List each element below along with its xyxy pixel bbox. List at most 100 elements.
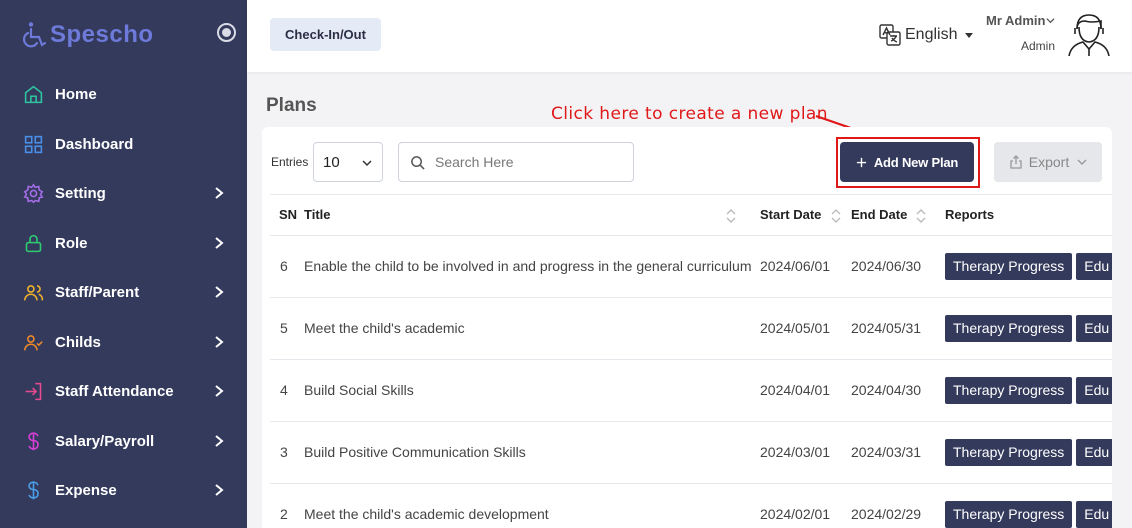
sort-icon[interactable]	[916, 208, 926, 224]
sidebar-item-label: Role	[55, 234, 88, 252]
sort-icon[interactable]	[831, 208, 841, 224]
plus-icon	[856, 157, 866, 167]
caret-down-icon	[965, 32, 974, 38]
therapy-progress-button[interactable]: Therapy Progress	[945, 500, 1073, 528]
cell-start-date: 2024/02/01	[752, 483, 843, 528]
add-new-plan-button[interactable]: Add New Plan	[840, 142, 974, 182]
translate-icon	[879, 24, 901, 46]
lock-icon	[22, 232, 44, 254]
sidebar-item-label: Dashboard	[55, 135, 134, 153]
sort-icon[interactable]	[726, 208, 736, 224]
sidebar-item-label: Salary/Payroll	[55, 432, 155, 450]
column-header-label: End Date	[851, 207, 908, 223]
user-menu[interactable]: Mr Admin	[986, 13, 1056, 28]
language-selector[interactable]: English	[879, 24, 974, 46]
cell-start-date: 2024/06/01	[752, 235, 843, 298]
education-report-button[interactable]: Edu	[1076, 500, 1112, 528]
cell-start-date: 2024/03/01	[752, 421, 843, 484]
add-new-plan-label: Add New Plan	[873, 154, 959, 170]
cell-sn: 4	[270, 359, 296, 422]
education-report-button[interactable]: Edu	[1076, 376, 1112, 404]
sidebar-item-salary-payroll[interactable]: Salary/Payroll	[0, 417, 247, 467]
sidebar: Spescho Home Dashboard Setting Role Staf…	[0, 0, 247, 528]
therapy-progress-button[interactable]: Therapy Progress	[945, 376, 1073, 404]
entries-select[interactable]: 10	[313, 142, 383, 182]
sidebar-item-label: Childs	[55, 333, 101, 351]
logo[interactable]: Spescho	[22, 20, 154, 50]
login-icon	[22, 381, 44, 403]
education-report-button[interactable]: Edu	[1076, 314, 1112, 342]
sidebar-item-home[interactable]: Home	[0, 70, 247, 120]
sidebar-item-role[interactable]: Role	[0, 219, 247, 269]
cell-start-date: 2024/05/01	[752, 297, 843, 360]
user-check-icon	[22, 331, 44, 353]
language-label: English	[905, 26, 958, 43]
annotation-text: Click here to create a new plan	[551, 104, 828, 124]
home-icon	[22, 84, 44, 106]
sidebar-item-label: Home	[55, 86, 97, 104]
user-role: Admin	[1021, 39, 1056, 53]
cell-end-date: 2024/06/30	[843, 235, 937, 298]
sidebar-item-staff-parent[interactable]: Staff/Parent	[0, 268, 247, 318]
export-label: Export	[1028, 154, 1070, 170]
avatar[interactable]	[1065, 11, 1113, 57]
entries-label: Entries	[271, 155, 309, 169]
sidebar-item-label: Setting	[55, 185, 106, 203]
export-button[interactable]: Export	[994, 142, 1102, 182]
cell-reports: Therapy Progress Edu	[937, 359, 1112, 422]
sidebar-item-childs[interactable]: Childs	[0, 318, 247, 368]
cell-end-date: 2024/02/29	[843, 483, 937, 528]
education-report-button[interactable]: Edu	[1076, 252, 1112, 280]
sidebar-item-label: Expense	[55, 482, 117, 500]
sidebar-item-setting[interactable]: Setting	[0, 169, 247, 219]
entries-value: 10	[323, 153, 340, 171]
cell-end-date: 2024/03/31	[843, 421, 937, 484]
chevron-right-icon	[215, 236, 224, 249]
search-input[interactable]	[435, 151, 625, 173]
table-header-row: SN Title Start Date End Date Reports	[270, 195, 1112, 236]
chevron-right-icon	[215, 434, 224, 447]
chevron-right-icon	[215, 385, 224, 397]
column-header-label: Start Date	[760, 207, 822, 223]
therapy-progress-button[interactable]: Therapy Progress	[945, 438, 1073, 466]
cell-title: Build Social Skills	[296, 359, 752, 422]
cell-reports: Therapy Progress Edu	[937, 483, 1112, 528]
cell-sn: 3	[270, 421, 296, 484]
cell-end-date: 2024/04/30	[843, 359, 937, 422]
upload-icon	[1010, 155, 1022, 169]
sidebar-item-label: Staff Attendance	[55, 383, 174, 401]
therapy-progress-button[interactable]: Therapy Progress	[945, 314, 1073, 342]
column-header-sn[interactable]: SN	[270, 195, 297, 236]
chevron-down-icon	[1077, 159, 1087, 165]
chevron-down-icon	[1046, 18, 1056, 24]
users-icon	[22, 282, 44, 304]
chevron-down-icon	[362, 160, 372, 167]
table-row: 6 Enable the child to be involved in and…	[270, 235, 1112, 298]
sidebar-item-dashboard[interactable]: Dashboard	[0, 120, 247, 170]
dashboard-grid-icon	[22, 133, 44, 155]
sidebar-item-expense[interactable]: Expense	[0, 466, 247, 516]
therapy-progress-button[interactable]: Therapy Progress	[945, 252, 1073, 280]
sidebar-nav: Home Dashboard Setting Role Staff/Parent…	[0, 70, 247, 516]
sidebar-item-staff-attendance[interactable]: Staff Attendance	[0, 367, 247, 417]
column-header-end-date[interactable]: End Date	[843, 195, 937, 236]
table-row: 4 Build Social Skills 2024/04/01 2024/04…	[270, 359, 1112, 422]
column-header-title[interactable]: Title	[296, 195, 752, 236]
column-header-reports: Reports	[937, 195, 1112, 236]
cell-title: Meet the child's academic development	[296, 483, 752, 528]
chevron-right-icon	[215, 335, 224, 348]
cell-title: Build Positive Communication Skills	[296, 421, 752, 484]
column-header-start-date[interactable]: Start Date	[752, 195, 843, 236]
cell-sn: 5	[270, 297, 296, 360]
page-title: Plans	[266, 95, 317, 116]
education-report-button[interactable]: Edu	[1076, 438, 1112, 466]
topbar: Check-In/Out English Mr Admin Admin	[247, 0, 1132, 72]
cell-sn: 2	[270, 483, 296, 528]
table-row: 2 Meet the child's academic development …	[270, 483, 1112, 528]
dollar-icon	[22, 480, 44, 502]
sidebar-toggle[interactable]	[217, 23, 236, 42]
check-in-out-button[interactable]: Check-In/Out	[270, 18, 381, 51]
wheelchair-icon	[23, 22, 47, 48]
cell-start-date: 2024/04/01	[752, 359, 843, 422]
cell-sn: 6	[270, 235, 296, 298]
